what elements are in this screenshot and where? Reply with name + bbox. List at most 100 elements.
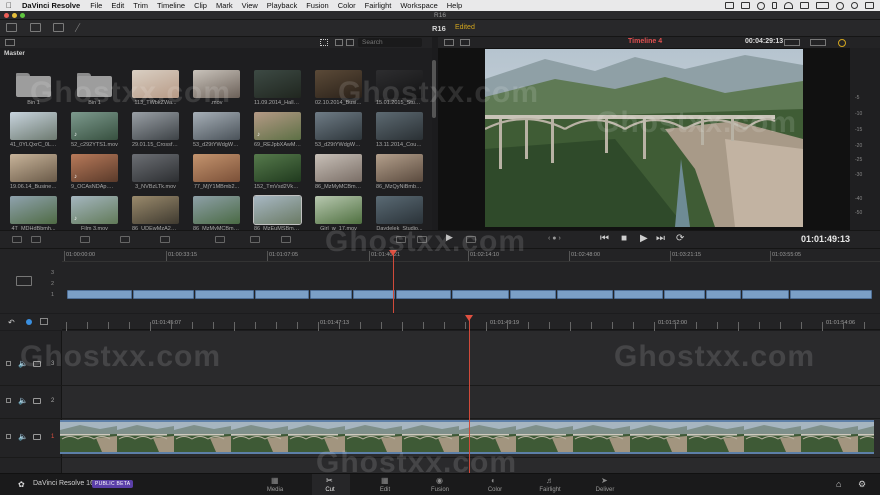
media-clip[interactable]: 3_NVBzLTk.mov bbox=[132, 154, 179, 191]
media-clip[interactable]: Girl_w_17.mov bbox=[315, 196, 362, 233]
home-icon[interactable]: ⌂ bbox=[836, 479, 841, 489]
list-view-icon[interactable] bbox=[335, 39, 343, 46]
timeline-clip[interactable] bbox=[614, 290, 663, 299]
timeline-clip[interactable] bbox=[255, 290, 309, 299]
view-toggle-icon[interactable] bbox=[5, 39, 15, 46]
apple-icon[interactable]:  bbox=[6, 1, 14, 10]
transitions-icon[interactable] bbox=[53, 23, 64, 32]
media-clip[interactable]: 113_TWbkZWa... bbox=[132, 70, 179, 107]
page-cut-icon[interactable]: ✂ bbox=[326, 476, 336, 485]
sync-bin-icon[interactable] bbox=[30, 23, 41, 32]
sort-icon[interactable] bbox=[346, 39, 354, 46]
timeline-clip[interactable] bbox=[396, 290, 451, 299]
safe-area-icon[interactable] bbox=[417, 236, 427, 243]
media-clip[interactable]: 77_MjY1MBmb2... bbox=[193, 154, 240, 191]
grid-view-icon[interactable] bbox=[320, 39, 328, 46]
viewer-mode-icon[interactable] bbox=[444, 39, 454, 46]
menu-mark[interactable]: Mark bbox=[216, 1, 233, 10]
camera-icon[interactable] bbox=[725, 2, 734, 9]
page-tab-edit[interactable]: Edit bbox=[365, 487, 405, 493]
media-clip[interactable]: 41_0YLQxrC_0L78... bbox=[10, 112, 57, 149]
page-tab-fusion[interactable]: Fusion bbox=[420, 487, 460, 493]
close-up-icon[interactable] bbox=[250, 236, 260, 243]
menu-edit[interactable]: Edit bbox=[111, 1, 124, 10]
timeline-clip[interactable] bbox=[557, 290, 613, 299]
menu-help[interactable]: Help bbox=[447, 1, 462, 10]
place-on-top-icon[interactable] bbox=[160, 236, 170, 243]
menu-file[interactable]: File bbox=[90, 1, 102, 10]
track-monitor-icon[interactable] bbox=[33, 398, 41, 404]
menu-timeline[interactable]: Timeline bbox=[157, 1, 185, 10]
settings-sliders-icon[interactable] bbox=[466, 236, 476, 243]
timeline-clip[interactable] bbox=[133, 290, 194, 299]
upper-playhead-handle[interactable] bbox=[389, 250, 397, 256]
page-tab-media[interactable]: Media bbox=[255, 487, 295, 493]
media-clip[interactable]: 19.06.14_Business... bbox=[10, 154, 57, 191]
media-clip[interactable]: 86_UDEwMzA2NT... bbox=[132, 196, 179, 233]
timeline-clip[interactable] bbox=[195, 290, 254, 299]
media-pool-scrollbar[interactable] bbox=[432, 60, 436, 118]
timeline-clip[interactable] bbox=[706, 290, 741, 299]
viewer-layout-icon[interactable] bbox=[460, 39, 470, 46]
screen-icon[interactable] bbox=[741, 2, 750, 9]
menu-view[interactable]: View bbox=[242, 1, 258, 10]
skip-to-end-button[interactable]: ⏭ bbox=[656, 233, 665, 245]
media-clip[interactable]: 02.10.2014_Busin... bbox=[315, 70, 362, 107]
lock-icon[interactable] bbox=[6, 398, 11, 403]
media-clip[interactable]: 13.11.2014_Coupl... bbox=[376, 112, 423, 149]
media-clip[interactable]: 53_d29tYWdgWS... bbox=[315, 112, 362, 149]
wifi-icon[interactable] bbox=[784, 2, 793, 9]
bin-folder[interactable]: Bin 1 bbox=[71, 70, 118, 107]
media-clip[interactable]: ♪ 9_OCAsNDAp.mov bbox=[71, 154, 118, 191]
menu-workspace[interactable]: Workspace bbox=[400, 1, 437, 10]
audio-monitor-icon[interactable]: 🔈 bbox=[18, 432, 28, 441]
append-clip-icon[interactable] bbox=[120, 236, 130, 243]
playhead-timecode[interactable]: 01:01:49:13 bbox=[801, 234, 850, 244]
media-clip[interactable]: ♪ 69_REJpbXAwMjM... bbox=[254, 112, 301, 149]
timeline-clip[interactable] bbox=[664, 290, 705, 299]
user-icon[interactable] bbox=[836, 1, 844, 10]
track-monitor-icon[interactable] bbox=[33, 361, 41, 367]
battery-icon[interactable] bbox=[816, 2, 829, 9]
bin-folder[interactable]: Bin 1 bbox=[10, 70, 57, 107]
media-clip[interactable]: .mov bbox=[193, 70, 240, 107]
clock-icon[interactable] bbox=[757, 1, 765, 10]
list-icon[interactable] bbox=[865, 2, 874, 9]
media-clip[interactable]: 11.09.2014_Hallo... bbox=[254, 70, 301, 107]
lower-playhead-handle[interactable] bbox=[465, 315, 473, 321]
menu-color[interactable]: Color bbox=[338, 1, 356, 10]
skip-to-start-button[interactable]: ⏮ bbox=[600, 233, 609, 245]
audio-monitor-icon[interactable]: 🔈 bbox=[18, 396, 28, 405]
refresh-icon[interactable] bbox=[838, 39, 846, 47]
timeline-clip[interactable] bbox=[67, 290, 132, 299]
timeline-clip[interactable] bbox=[353, 290, 395, 299]
menu-fusion[interactable]: Fusion bbox=[306, 1, 329, 10]
page-edit-icon[interactable]: ▦ bbox=[381, 476, 391, 485]
media-clip[interactable]: Daydelek_Studio... bbox=[376, 196, 423, 233]
page-tab-fairlight[interactable]: Fairlight bbox=[530, 487, 570, 493]
settings-icon[interactable]: ⚙ bbox=[858, 479, 866, 490]
page-color-icon[interactable]: ◐ bbox=[491, 476, 501, 485]
page-tab-deliver[interactable]: Deliver bbox=[585, 487, 625, 493]
loop-button[interactable]: ⟳ bbox=[676, 233, 684, 245]
menu-playback[interactable]: Playback bbox=[267, 1, 297, 10]
media-clip[interactable]: 15.01.2015_Studio... bbox=[376, 70, 423, 107]
split-view-icon[interactable] bbox=[396, 236, 406, 243]
upper-playhead[interactable] bbox=[393, 251, 394, 313]
timeline-clip[interactable] bbox=[310, 290, 352, 299]
bluetooth-icon[interactable] bbox=[772, 2, 777, 9]
audio-monitor-icon[interactable]: 🔈 bbox=[18, 359, 28, 368]
page-tab-color[interactable]: Color bbox=[475, 487, 515, 493]
overwrite-clip-icon[interactable] bbox=[80, 236, 90, 243]
zoom-icon[interactable] bbox=[40, 318, 48, 325]
media-pool-toggle-icon[interactable] bbox=[6, 23, 17, 32]
media-clip[interactable]: 29.01.15_Crossfit... bbox=[132, 112, 179, 149]
media-clip[interactable]: ♪ 52_c292YTS1.mov bbox=[71, 112, 118, 149]
zoom-dropdown-icon[interactable] bbox=[784, 39, 800, 46]
source-overwrite-icon[interactable] bbox=[281, 236, 291, 243]
lock-icon[interactable] bbox=[6, 434, 11, 439]
menu-trim[interactable]: Trim bbox=[133, 1, 148, 10]
menu-fairlight[interactable]: Fairlight bbox=[365, 1, 392, 10]
link-icon[interactable] bbox=[26, 319, 32, 325]
page-deliver-icon[interactable]: ➤ bbox=[601, 476, 611, 485]
